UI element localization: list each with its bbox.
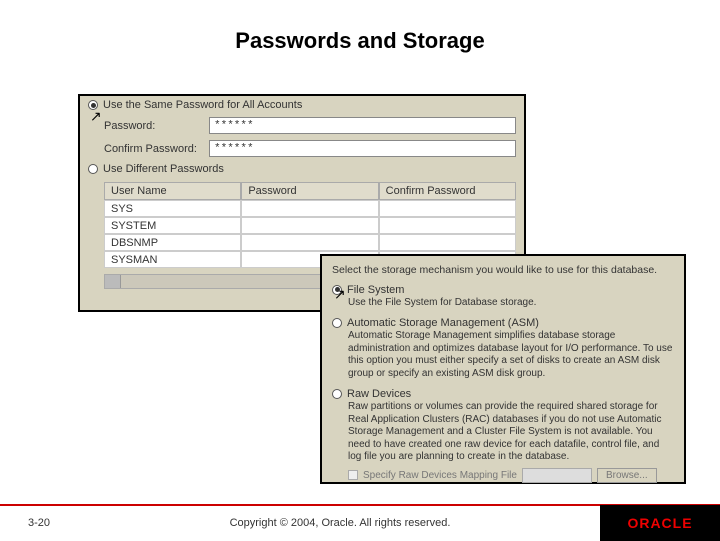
asm-radio[interactable] (332, 318, 342, 328)
page-number: 3-20 (0, 517, 80, 529)
asm-desc: Automatic Storage Management simplifies … (348, 330, 674, 380)
specify-mapping-label: Specify Raw Devices Mapping File (363, 470, 517, 481)
cell-password[interactable] (241, 234, 378, 251)
cell-confirm[interactable] (379, 234, 516, 251)
raw-devices-radio[interactable] (332, 389, 342, 399)
raw-devices-desc: Raw partitions or volumes can provide th… (348, 401, 674, 464)
different-passwords-label: Use Different Passwords (103, 163, 224, 175)
specify-mapping-checkbox[interactable] (348, 470, 358, 480)
cell-username: SYSMAN (104, 251, 241, 268)
table-row: SYSTEM (104, 217, 516, 234)
cell-confirm[interactable] (379, 217, 516, 234)
copyright-text: Copyright © 2004, Oracle. All rights res… (80, 517, 600, 529)
cell-password[interactable] (241, 217, 378, 234)
table-row: DBSNMP (104, 234, 516, 251)
confirm-password-label: Confirm Password: (104, 143, 209, 155)
same-password-label: Use the Same Password for All Accounts (103, 99, 302, 111)
cell-username: SYSTEM (104, 217, 241, 234)
cell-confirm[interactable] (379, 200, 516, 217)
cell-username: SYS (104, 200, 241, 217)
storage-panel: Select the storage mechanism you would l… (320, 254, 686, 484)
password-input[interactable]: ****** (209, 117, 516, 134)
file-system-radio[interactable] (332, 285, 342, 295)
different-passwords-radio[interactable] (88, 164, 98, 174)
browse-button[interactable]: Browse... (597, 468, 657, 483)
th-confirm: Confirm Password (379, 182, 516, 200)
cell-username: DBSNMP (104, 234, 241, 251)
th-password: Password (241, 182, 378, 200)
mapping-file-input[interactable] (522, 468, 592, 483)
storage-intro: Select the storage mechanism you would l… (322, 256, 684, 282)
page-title: Passwords and Storage (0, 0, 720, 54)
file-system-desc: Use the File System for Database storage… (348, 297, 674, 310)
cell-password[interactable] (241, 200, 378, 217)
file-system-label: File System (347, 284, 404, 296)
same-password-radio[interactable] (88, 100, 98, 110)
footer: 3-20 Copyright © 2004, Oracle. All right… (0, 504, 720, 540)
password-label: Password: (104, 120, 209, 132)
th-username: User Name (104, 182, 241, 200)
table-row: SYS (104, 200, 516, 217)
raw-devices-label: Raw Devices (347, 388, 411, 400)
asm-label: Automatic Storage Management (ASM) (347, 317, 539, 329)
confirm-password-input[interactable]: ****** (209, 140, 516, 157)
oracle-logo: ORACLE (600, 505, 720, 541)
